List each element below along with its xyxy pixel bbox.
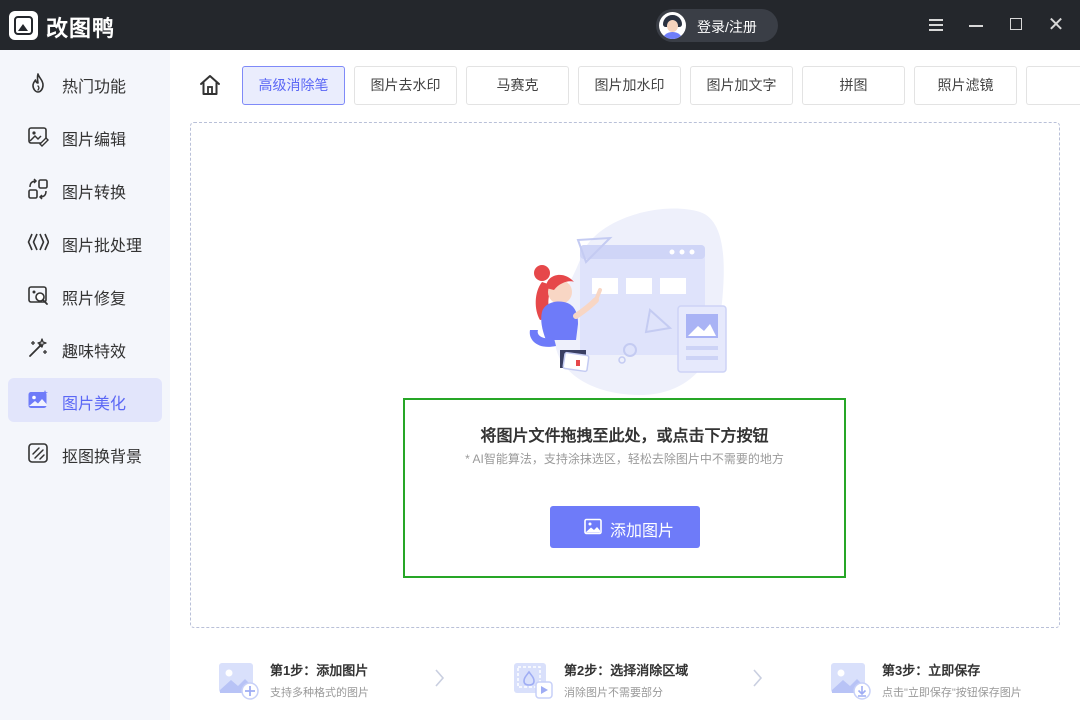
add-image-icon (219, 663, 259, 700)
tab-add-text[interactable]: 图片加文字 (690, 66, 793, 105)
sidebar: 热门功能 图片编辑 图片转换 图片批处理 照片修复 趣味特效 图片美化 抠图换背… (0, 50, 170, 720)
sidebar-item-label: 照片修复 (62, 291, 127, 308)
step-title: 第2步：选择消除区域 (564, 663, 689, 678)
cutout-icon (28, 443, 48, 463)
step-desc: 点击"立即保存"按钮保存图片 (882, 687, 1022, 699)
upload-illustration (529, 208, 727, 395)
tab-collage[interactable]: 拼图 (802, 66, 905, 105)
beautify-icon (28, 390, 48, 408)
photo-repair-icon (28, 286, 48, 305)
drop-hint: * AI智能算法，支持涂抹选区，轻松去除图片中不需要的地方 (465, 452, 784, 466)
sidebar-item-image-convert[interactable]: 图片转换 (8, 167, 162, 211)
app-title: 改图鸭 (46, 16, 116, 41)
select-area-icon (514, 663, 553, 699)
sidebar-item-photo-repair[interactable]: 照片修复 (8, 273, 162, 317)
drop-title: 将图片文件拖拽至此处，或点击下方按钮 (480, 428, 769, 445)
tab-mosaic[interactable]: 马赛克 (466, 66, 569, 105)
login-button[interactable]: 登录/注册 (656, 9, 778, 42)
sidebar-item-label: 图片转换 (62, 185, 127, 202)
step-title: 第3步：立即保存 (882, 663, 981, 678)
tab-remove-watermark[interactable]: 图片去水印 (354, 66, 457, 105)
minimize-icon[interactable] (963, 12, 989, 38)
tab-more-partial[interactable] (1026, 66, 1080, 105)
step-3: 第3步：立即保存 点击"立即保存"按钮保存图片 (830, 658, 1055, 702)
add-image-button[interactable]: 添加图片 (550, 506, 700, 548)
magic-wand-icon (29, 338, 47, 357)
title-bar: 改图鸭 登录/注册 ✕ (0, 0, 1080, 50)
step-1: 第1步：添加图片 支持多种格式的图片 (218, 658, 418, 702)
batch-icon (27, 233, 49, 251)
sidebar-item-label: 趣味特效 (62, 344, 127, 361)
step-title: 第1步：添加图片 (270, 663, 369, 678)
chevron-right-icon (435, 669, 445, 687)
flame-icon (32, 73, 44, 93)
sidebar-item-label: 图片批处理 (62, 238, 143, 255)
sidebar-item-image-beautify[interactable]: 图片美化 (8, 378, 162, 422)
image-icon (584, 518, 602, 535)
login-label: 登录/注册 (697, 19, 757, 35)
close-icon[interactable]: ✕ (1043, 12, 1069, 38)
menu-icon[interactable] (923, 12, 949, 38)
avatar (659, 12, 686, 39)
maximize-icon[interactable] (1003, 12, 1029, 38)
sidebar-item-image-edit[interactable]: 图片编辑 (8, 114, 162, 158)
step-2: 第2步：选择消除区域 消除图片不需要部分 (512, 658, 722, 702)
app-logo-icon (9, 11, 38, 40)
convert-icon (28, 178, 48, 200)
sidebar-item-label: 热门功能 (62, 79, 127, 96)
tab-photo-filter[interactable]: 照片滤镜 (914, 66, 1017, 105)
step-desc: 支持多种格式的图片 (270, 687, 369, 699)
save-image-icon (831, 663, 871, 700)
sidebar-item-batch[interactable]: 图片批处理 (8, 220, 162, 264)
sidebar-item-label: 图片编辑 (62, 132, 127, 149)
upload-box: 将图片文件拖拽至此处，或点击下方按钮 * AI智能算法，支持涂抹选区，轻松去除图… (403, 398, 846, 578)
sidebar-item-label: 图片美化 (62, 396, 127, 413)
add-image-label: 添加图片 (610, 523, 675, 540)
tab-advanced-eraser[interactable]: 高级消除笔 (242, 66, 345, 105)
sidebar-item-cutout-background[interactable]: 抠图换背景 (8, 431, 162, 475)
sidebar-item-fun-effects[interactable]: 趣味特效 (8, 326, 162, 370)
sidebar-item-label: 抠图换背景 (62, 449, 143, 466)
step-desc: 消除图片不需要部分 (564, 687, 663, 699)
home-icon[interactable] (198, 73, 222, 97)
tab-add-watermark[interactable]: 图片加水印 (578, 66, 681, 105)
image-edit-icon (28, 127, 49, 147)
chevron-right-icon (753, 669, 763, 687)
sidebar-item-hot-features[interactable]: 热门功能 (8, 61, 162, 105)
